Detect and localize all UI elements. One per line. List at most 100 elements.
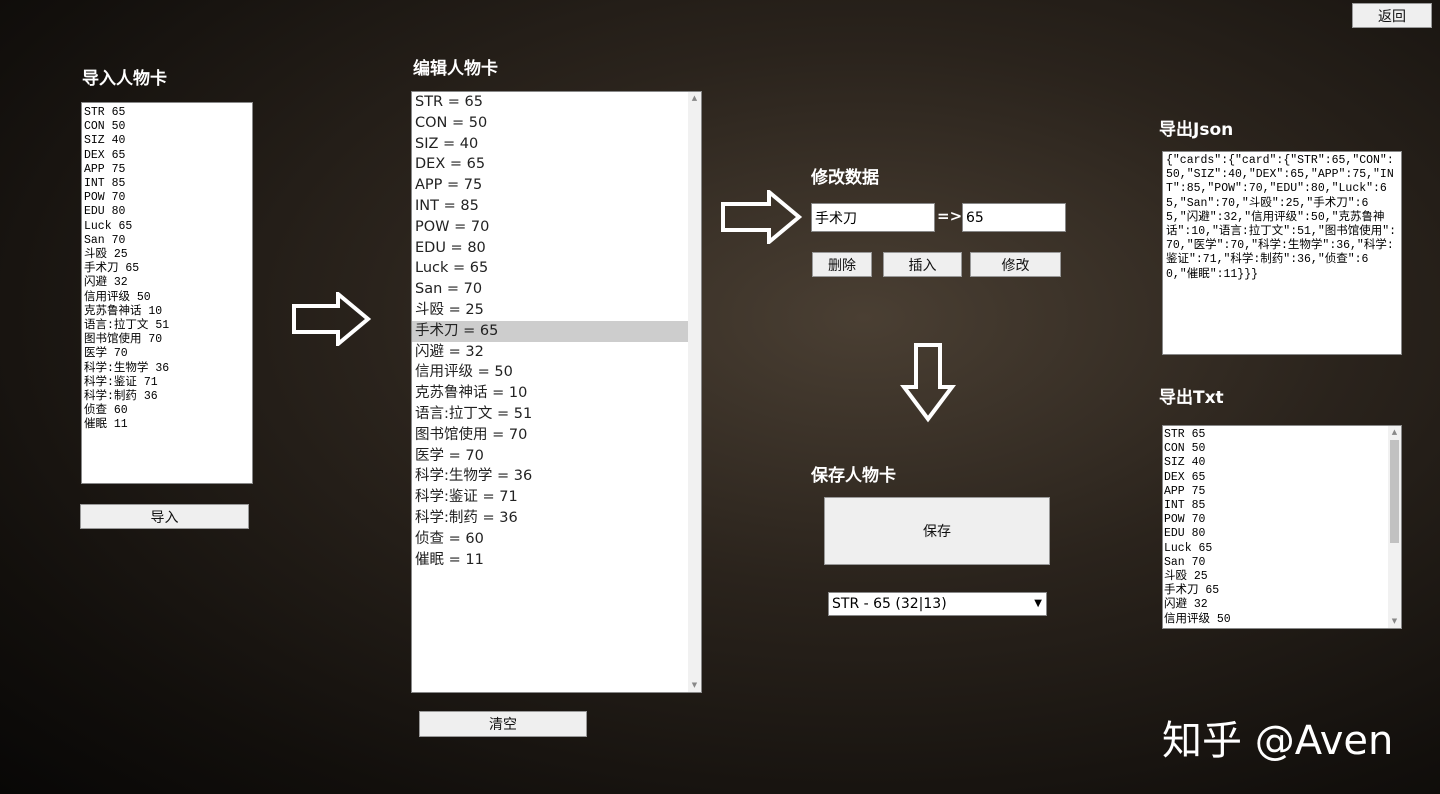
list-item[interactable]: INT = 85 xyxy=(412,196,688,217)
export-json-textarea[interactable]: {"cards":{"card":{"STR":65,"CON":50,"SIZ… xyxy=(1162,151,1402,355)
stat-name: 信用评级 xyxy=(1164,612,1210,626)
list-item[interactable]: CON = 50 xyxy=(412,113,688,134)
list-item[interactable]: 图书馆使用 = 70 xyxy=(412,425,688,446)
delete-button[interactable]: 删除 xyxy=(812,252,872,277)
update-button[interactable]: 修改 xyxy=(970,252,1061,277)
separator xyxy=(107,404,114,417)
list-item[interactable]: APP = 75 xyxy=(412,175,688,196)
card-select[interactable]: STR - 65 (32|13) ▼ xyxy=(828,592,1047,616)
save-title: 保存人物卡 xyxy=(811,466,896,486)
save-button[interactable]: 保存 xyxy=(824,497,1050,565)
separator xyxy=(105,177,112,190)
stat-value: 25 xyxy=(113,248,128,262)
stat-name: 侦查 xyxy=(415,530,444,547)
stat-name: 图书馆使用 xyxy=(84,333,142,347)
stat-name: 科学:制药 xyxy=(84,390,137,404)
scroll-up-icon[interactable]: ▲ xyxy=(1388,426,1401,439)
stat-value: 60 xyxy=(113,404,128,418)
import-line: SIZ 40 xyxy=(84,134,250,148)
key-input[interactable] xyxy=(811,203,935,232)
separator xyxy=(130,291,137,304)
import-button[interactable]: 导入 xyxy=(80,504,249,529)
list-item[interactable]: Luck = 65 xyxy=(412,258,688,279)
scroll-down-icon[interactable]: ▼ xyxy=(688,679,701,692)
edit-listbox[interactable]: STR = 65 CON = 50 SIZ = 40 DEX = 65 APP = 75… xyxy=(411,91,702,693)
import-line: Luck 65 xyxy=(84,220,250,234)
import-line: San 70 xyxy=(84,234,250,248)
export-txt-textarea[interactable]: STR 65 CON 50 SIZ 40 DEX 65 APP 75 INT 85 POW … xyxy=(1162,425,1402,629)
separator: = xyxy=(473,364,495,381)
txt-line: Luck 65 xyxy=(1164,542,1231,556)
edit-scrollbar[interactable]: ▲ ▼ xyxy=(688,92,701,692)
stat-name: SIZ xyxy=(84,134,105,148)
list-item[interactable]: 语言:拉丁文 = 51 xyxy=(412,404,688,425)
separator xyxy=(105,163,112,176)
stat-name: EDU xyxy=(415,239,446,256)
separator: = xyxy=(445,156,467,173)
insert-button[interactable]: 插入 xyxy=(883,252,962,277)
scroll-up-icon[interactable]: ▲ xyxy=(688,92,701,105)
stat-value: 25 xyxy=(465,301,484,318)
stat-name: CON xyxy=(84,120,105,134)
list-item[interactable]: POW = 70 xyxy=(412,217,688,238)
separator xyxy=(112,220,119,233)
stat-name: SIZ xyxy=(1164,456,1185,470)
list-item[interactable]: 侦查 = 60 xyxy=(412,529,688,550)
list-item[interactable]: 催眠 = 11 xyxy=(412,550,688,571)
list-item[interactable]: DEX = 65 xyxy=(412,154,688,175)
list-item[interactable]: 斗殴 = 25 xyxy=(412,300,688,321)
import-line: 信用评级 50 xyxy=(84,291,250,305)
stat-name: 催眠 xyxy=(415,551,444,568)
stat-name: INT xyxy=(1164,499,1185,513)
stat-name: 斗殴 xyxy=(415,301,444,318)
txt-line: San 70 xyxy=(1164,556,1231,570)
list-item[interactable]: 手术刀 = 65 xyxy=(412,320,688,342)
chevron-down-icon: ▼ xyxy=(1034,598,1042,609)
stat-value: 50 xyxy=(1216,612,1231,626)
separator xyxy=(1210,613,1217,626)
separator: = xyxy=(438,197,461,214)
stat-name: EDU xyxy=(1164,527,1185,541)
import-textarea[interactable]: STR 65 CON 50 SIZ 40 DEX 65 APP 75 INT 85 POW … xyxy=(81,102,253,484)
txt-line: 斗殴 25 xyxy=(1164,570,1231,584)
separator xyxy=(107,248,114,261)
txt-line: APP 75 xyxy=(1164,485,1231,499)
stat-name: CON xyxy=(415,114,448,131)
separator xyxy=(1185,527,1192,540)
stat-name: 科学:生物学 xyxy=(415,468,493,485)
list-item[interactable]: 科学:生物学 = 36 xyxy=(412,466,688,487)
separator: = xyxy=(449,218,471,235)
list-item[interactable]: 科学:鉴证 = 71 xyxy=(412,487,688,508)
import-line: APP 75 xyxy=(84,163,250,177)
stat-name: DEX xyxy=(84,148,105,162)
list-item[interactable]: 科学:制药 = 36 xyxy=(412,508,688,529)
list-item[interactable]: 信用评级 = 50 xyxy=(412,362,688,383)
separator xyxy=(105,120,112,133)
stat-name: 信用评级 xyxy=(415,364,473,381)
stat-name: Luck xyxy=(415,260,449,277)
import-line: 图书馆使用 70 xyxy=(84,333,250,347)
stat-value: 65 xyxy=(479,322,499,339)
back-button[interactable]: 返回 xyxy=(1352,3,1432,28)
stat-value: 25 xyxy=(1193,570,1208,584)
txt-line: CON 50 xyxy=(1164,442,1231,456)
list-item[interactable]: 克苏鲁神话 = 10 xyxy=(412,383,688,404)
scroll-down-icon[interactable]: ▼ xyxy=(1388,615,1401,628)
list-item[interactable]: 医学 = 70 xyxy=(412,446,688,467)
list-item[interactable]: SIZ = 40 xyxy=(412,134,688,155)
stat-value: 70 xyxy=(111,191,126,205)
list-item[interactable]: 闪避 = 32 xyxy=(412,342,688,363)
separator: = xyxy=(444,551,466,568)
txt-line: 信用评级 50 xyxy=(1164,613,1231,627)
list-item[interactable]: EDU = 80 xyxy=(412,238,688,259)
txt-line: SIZ 40 xyxy=(1164,456,1231,470)
list-item[interactable]: San = 70 xyxy=(412,279,688,300)
stat-value: 80 xyxy=(467,239,486,256)
clear-button[interactable]: 清空 xyxy=(419,711,587,737)
scroll-thumb[interactable] xyxy=(1390,440,1399,543)
txt-scrollbar[interactable]: ▲ ▼ xyxy=(1388,426,1401,628)
list-item[interactable]: STR = 65 xyxy=(412,92,688,113)
value-input[interactable] xyxy=(962,203,1066,232)
stat-value: 85 xyxy=(1191,499,1206,513)
stat-value: 36 xyxy=(513,468,533,485)
